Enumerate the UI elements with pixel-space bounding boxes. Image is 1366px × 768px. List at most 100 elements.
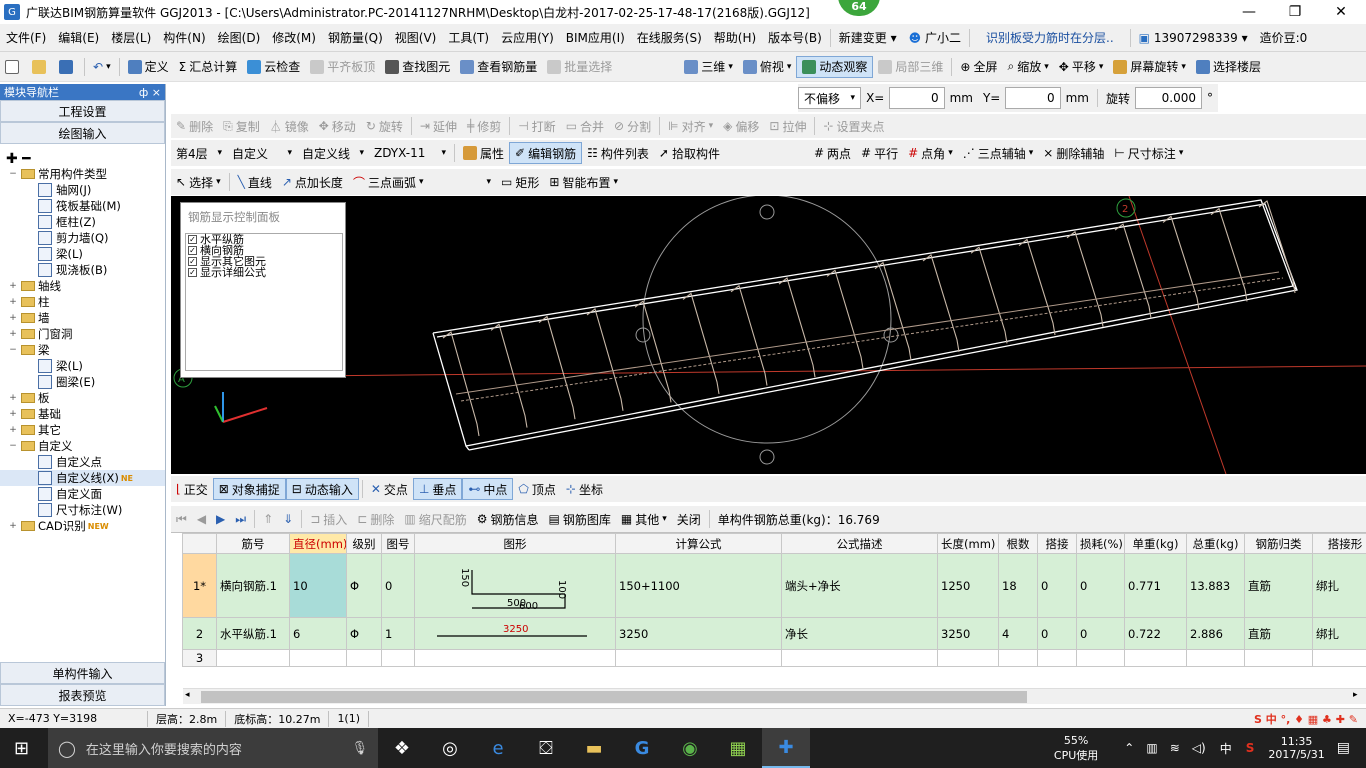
orbit-handle[interactable]	[759, 204, 775, 220]
column-header[interactable]: 搭接形	[1312, 533, 1366, 554]
view-3d-button[interactable]: 三维 ▾	[679, 56, 738, 78]
table-cell[interactable]: Φ	[346, 617, 382, 650]
table-cell[interactable]	[998, 649, 1038, 667]
menu-floor[interactable]: 楼层(L)	[105, 29, 157, 46]
table-cell[interactable]	[1312, 649, 1366, 667]
table-cell[interactable]	[346, 649, 382, 667]
expand-icon[interactable]: +	[8, 281, 18, 291]
table-cell[interactable]: 端头+净长	[781, 553, 938, 618]
column-header[interactable]: 直径(mm)	[289, 533, 347, 554]
menu-online[interactable]: 在线服务(S)	[631, 29, 708, 46]
drawing-canvas[interactable]: A 2	[171, 196, 1366, 474]
copy-button[interactable]: ⎘ 复制	[218, 115, 265, 137]
align-button[interactable]: ⊫ 对齐 ▾	[663, 115, 718, 137]
object-snap-button[interactable]: ⊠ 对象捕捉	[212, 478, 286, 500]
table-cell[interactable]	[216, 649, 290, 667]
table-cell[interactable]: 直筋	[1244, 617, 1313, 650]
report-preview-button[interactable]: 报表预览	[0, 684, 165, 706]
windows-start-icon[interactable]: ⊞	[14, 738, 29, 759]
expand-icon[interactable]: +	[8, 425, 18, 435]
column-header[interactable]: 钢筋归类	[1244, 533, 1313, 554]
table-cell[interactable]: 0	[1076, 553, 1125, 618]
line-tool-button[interactable]: ╲ 直线	[233, 171, 277, 193]
column-header[interactable]: 总重(kg)	[1186, 533, 1245, 554]
dynamic-input-button[interactable]: ⊟ 动态输入	[285, 478, 359, 500]
table-row[interactable]: 3	[182, 649, 1366, 667]
column-header[interactable]: 级别	[346, 533, 382, 554]
ggj-app-icon[interactable]: ✚	[762, 728, 810, 768]
tree-item[interactable]: 框柱(Z)	[0, 214, 165, 230]
scroll-left-icon[interactable]: ◂	[185, 690, 190, 700]
tree-item[interactable]: 轴网(J)	[0, 182, 165, 198]
checkbox[interactable]: ✓	[188, 257, 197, 266]
column-header[interactable]: 图形	[414, 533, 616, 554]
select-tool-button[interactable]: ↖ 选择 ▾	[171, 171, 226, 193]
intersect-snap-button[interactable]: ✕ 交点	[366, 478, 413, 500]
save-button[interactable]	[54, 56, 81, 78]
table-cell[interactable]	[1037, 649, 1077, 667]
view-rebar-button[interactable]: 查看钢筋量	[455, 56, 542, 78]
row-number[interactable]: 1*	[182, 553, 217, 618]
tip-link[interactable]: 识别板受力筋时在分层..	[972, 29, 1128, 46]
rotate-angle-input[interactable]: 0.000	[1134, 87, 1202, 109]
move-up-button[interactable]: ⇑	[258, 508, 278, 530]
table-cell[interactable]: 13.883	[1186, 553, 1245, 618]
x-offset-input[interactable]: 0	[889, 87, 945, 109]
table-cell[interactable]	[1244, 649, 1313, 667]
table-row[interactable]: 2 水平纵筋.1 6 Φ 1 3250 3250 净长 3250 4 0 0 0.722 2.886 直筋绑…	[182, 617, 1366, 650]
column-header[interactable]: 筋号	[216, 533, 290, 554]
menu-version[interactable]: 版本号(B)	[762, 29, 828, 46]
new-change-button[interactable]: 新建变更 ▾	[833, 29, 903, 46]
drawing-input-button[interactable]: 绘图输入	[0, 122, 165, 144]
column-header[interactable]: 公式描述	[781, 533, 938, 554]
tree-item[interactable]: − 梁	[0, 342, 165, 358]
table-row[interactable]: 1* 横向钢筋.1 10 Φ 0 150 100 500 600 150+1100 端头+净长 125…	[182, 553, 1366, 618]
tree-item[interactable]: + 柱	[0, 294, 165, 310]
close-button[interactable]: ✕	[1318, 0, 1364, 24]
table-cell[interactable]: 净长	[781, 617, 938, 650]
table-cell[interactable]: 1	[381, 617, 415, 650]
partial-3d-button[interactable]: 局部三维	[873, 56, 948, 78]
merge-button[interactable]: ▭ 合并	[561, 115, 609, 137]
task-view-icon[interactable]: ❖	[378, 728, 426, 768]
edit-rebar-button[interactable]: ✐ 编辑钢筋	[509, 142, 583, 164]
tree-item[interactable]: 梁(L)	[0, 246, 165, 262]
expand-icon[interactable]: +	[8, 521, 18, 531]
table-cell[interactable]: 1250	[937, 553, 999, 618]
define-button[interactable]: 定义	[123, 56, 174, 78]
minimize-button[interactable]: —	[1226, 0, 1272, 24]
expand-icon[interactable]: +	[8, 329, 18, 339]
table-cell[interactable]: 直筋	[1244, 553, 1313, 618]
tree-item[interactable]: − 自定义	[0, 438, 165, 454]
offset-button[interactable]: ◈ 偏移	[718, 115, 764, 137]
move-down-button[interactable]: ⇓	[278, 508, 298, 530]
mirror-button[interactable]: ⏃ 镜像	[265, 115, 314, 137]
vertex-snap-button[interactable]: ⬠ 顶点	[513, 478, 560, 500]
table-cell[interactable]: 0	[381, 553, 415, 618]
single-input-button[interactable]: 单构件输入	[0, 662, 165, 684]
top-view-button[interactable]: 俯视 ▾	[738, 56, 797, 78]
column-header[interactable]	[182, 533, 217, 554]
menu-tools[interactable]: 工具(T)	[442, 29, 495, 46]
flat-top-button[interactable]: 平齐板顶	[305, 56, 380, 78]
table-cell[interactable]: 横向钢筋.1	[216, 553, 290, 618]
three-point-aux-button[interactable]: ⋰ 三点辅轴 ▾	[958, 142, 1039, 164]
column-header[interactable]: 图号	[381, 533, 415, 554]
menu-cloud[interactable]: 云应用(Y)	[495, 29, 560, 46]
horizontal-scrollbar[interactable]: ◂ ▸	[183, 688, 1366, 704]
tree-item[interactable]: + 板	[0, 390, 165, 406]
table-cell[interactable]	[615, 649, 782, 667]
rect-dropdown[interactable]: ▾	[479, 171, 497, 193]
store-icon[interactable]: ⛋	[522, 728, 570, 768]
table-cell[interactable]: 4	[998, 617, 1038, 650]
table-cell[interactable]: 绑扎	[1312, 617, 1366, 650]
cloud-check-button[interactable]: 云检查	[242, 56, 305, 78]
delete-aux-button[interactable]: ⨯ 删除辅轴	[1038, 142, 1109, 164]
table-cell[interactable]	[1076, 649, 1125, 667]
smart-layout-button[interactable]: ⊞ 智能布置 ▾	[544, 171, 623, 193]
column-header[interactable]: 根数	[998, 533, 1038, 554]
table-cell[interactable]	[937, 649, 999, 667]
new-file-button[interactable]	[0, 56, 27, 78]
table-cell[interactable]: 150+1100	[615, 553, 782, 618]
parallel-axis-button[interactable]: # 平行	[856, 142, 903, 164]
